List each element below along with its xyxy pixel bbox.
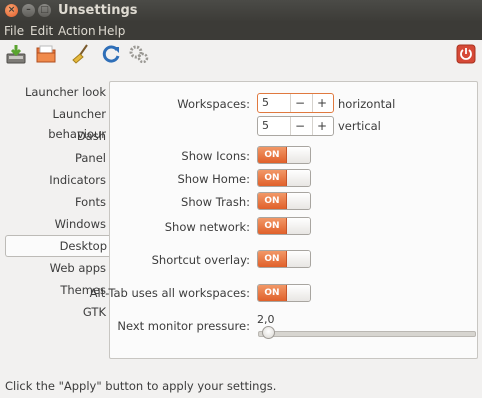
switch-knob — [287, 285, 310, 301]
broom-icon — [72, 44, 88, 64]
workspaces-horizontal-stepper[interactable]: 5 − + — [257, 93, 334, 113]
switch-knob — [287, 251, 310, 267]
show-trash-switch[interactable]: ON — [257, 192, 311, 210]
refresh-icon — [102, 45, 120, 63]
switch-state: ON — [258, 147, 287, 163]
show-home-label: Show Home: — [177, 172, 250, 186]
gears-icon — [129, 45, 149, 64]
switch-state: ON — [258, 218, 287, 234]
status-text: Click the "Apply" button to apply your s… — [5, 379, 277, 393]
folder-icon — [36, 45, 56, 63]
window-title: Unsettings — [58, 3, 138, 18]
show-network-switch[interactable]: ON — [257, 217, 311, 235]
vertical-unit-label: vertical — [338, 119, 381, 133]
increment-button[interactable]: + — [312, 117, 331, 135]
toolbar — [0, 40, 482, 72]
switch-state: ON — [258, 285, 287, 301]
switch-knob — [287, 193, 310, 209]
workspaces-vertical-stepper[interactable]: 5 − + — [257, 116, 334, 136]
slider-handle[interactable] — [262, 326, 276, 339]
monitor-pressure-label: Next monitor pressure: — [117, 319, 250, 333]
switch-knob — [287, 218, 310, 234]
maximize-window-button[interactable]: □ — [38, 4, 51, 17]
quit-button[interactable] — [456, 44, 476, 64]
switch-state: ON — [258, 251, 287, 267]
show-network-label: Show network: — [164, 220, 250, 234]
settings-button[interactable] — [128, 43, 150, 65]
open-button[interactable] — [35, 43, 57, 65]
save-button[interactable] — [5, 43, 27, 65]
workspaces-label: Workspaces: — [177, 97, 250, 111]
show-icons-label: Show Icons: — [181, 149, 250, 163]
switch-knob — [287, 147, 310, 163]
monitor-pressure-slider[interactable] — [258, 331, 476, 337]
shortcut-overlay-label: Shortcut overlay: — [151, 253, 250, 267]
menu-help[interactable]: Help — [98, 24, 125, 38]
app-window: × – □ Unsettings File Edit Action Help L… — [0, 0, 482, 398]
switch-state: ON — [258, 170, 287, 186]
title-bar: × – □ Unsettings — [0, 0, 482, 22]
switch-state: ON — [258, 193, 287, 209]
sidebar-item-label: Dash — [76, 129, 106, 143]
alt-tab-workspaces-switch[interactable]: ON — [257, 284, 311, 302]
decrement-button[interactable]: − — [290, 94, 309, 112]
workspaces-horizontal-value[interactable]: 5 — [262, 96, 269, 109]
show-trash-label: Show Trash: — [181, 195, 250, 209]
show-icons-switch[interactable]: ON — [257, 146, 311, 164]
increment-button[interactable]: + — [312, 94, 331, 112]
decrement-button[interactable]: − — [290, 117, 309, 135]
menu-edit[interactable]: Edit — [30, 24, 53, 38]
menu-bar: File Edit Action Help — [0, 22, 482, 40]
menu-action[interactable]: Action — [58, 24, 96, 38]
alt-tab-workspaces-label: Alt-Tab uses all workspaces: — [89, 286, 250, 300]
refresh-button[interactable] — [100, 43, 122, 65]
minimize-window-button[interactable]: – — [22, 4, 35, 17]
close-window-button[interactable]: × — [5, 4, 18, 17]
workspaces-vertical-value[interactable]: 5 — [262, 119, 269, 132]
show-home-switch[interactable]: ON — [257, 169, 311, 187]
sidebar-item-dash[interactable]: Dash — [0, 126, 108, 146]
horizontal-unit-label: horizontal — [338, 97, 396, 111]
clean-button[interactable] — [70, 43, 92, 65]
menu-file[interactable]: File — [4, 24, 24, 38]
monitor-pressure-value: 2,0 — [257, 313, 275, 326]
power-icon — [456, 44, 476, 64]
shortcut-overlay-switch[interactable]: ON — [257, 250, 311, 268]
save-icon — [6, 45, 26, 64]
switch-knob — [287, 170, 310, 186]
